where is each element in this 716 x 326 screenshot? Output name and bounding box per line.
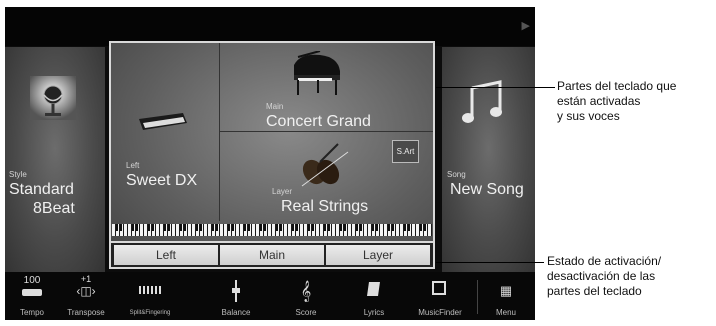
transpose-label: Transpose [67, 308, 105, 317]
callout-top: Partes del teclado que están activadas y… [557, 79, 676, 124]
lyrics-pen-icon [367, 282, 380, 296]
transpose-keys-icon: ‹◫› [76, 284, 96, 298]
left-part-button[interactable]: Left [114, 245, 218, 265]
callout-bottom-line-2: desactivación de las [547, 269, 656, 283]
callout-line-bottom [436, 262, 544, 263]
style-caption: Style [9, 170, 27, 179]
callout-top-line-3: y sus voces [557, 109, 620, 123]
main-part-cell[interactable]: Main Concert Grand [220, 43, 433, 132]
score-button[interactable]: 𝄞 Score [281, 272, 331, 320]
tempo-label: Tempo [19, 308, 44, 317]
split-fingering-label: Split&Fingering [129, 310, 171, 316]
main-part-button[interactable]: Main [220, 245, 324, 265]
left-caption: Left [126, 161, 140, 170]
song-panel[interactable]: Song New Song [442, 47, 535, 272]
slider-knob-icon [232, 288, 240, 293]
callout-top-line-2: están activadas [557, 94, 641, 108]
left-part-cell[interactable]: Left Sweet DX [111, 43, 220, 221]
top-right-arrow-icon[interactable]: ▶ [522, 21, 530, 32]
main-caption: Main [266, 102, 284, 111]
song-caption: Song [447, 170, 466, 179]
tempo-value: 100 [23, 275, 41, 286]
musicfinder-label: MusicFinder [418, 308, 462, 317]
strings-icon [294, 142, 352, 195]
split-fingering-button[interactable]: Split&Fingering [115, 272, 185, 320]
toolbar-divider [477, 280, 478, 314]
callout-top-line-1: Partes del teclado que [557, 79, 677, 93]
style-panel[interactable]: Style Standard 8Beat [5, 47, 105, 272]
main-voice: Concert Grand [266, 113, 371, 130]
treble-clef-icon: 𝄞 [300, 281, 312, 301]
tempo-button[interactable]: 100 Tempo [10, 272, 54, 320]
style-subname: 8Beat [33, 200, 75, 217]
layer-part-cell[interactable]: S.Art Layer Real Strings [220, 132, 433, 221]
s-art-badge[interactable]: S.Art [392, 140, 419, 163]
song-name: New Song [450, 181, 524, 198]
left-voice: Sweet DX [126, 172, 198, 189]
microphone-icon [30, 76, 76, 120]
tempo-beat-icon [22, 289, 42, 296]
balance-label: Balance [221, 308, 251, 317]
grand-piano-icon [290, 50, 344, 102]
keyboard-range-strip [112, 224, 432, 236]
transpose-button[interactable]: +1 ‹◫› Transpose [57, 272, 115, 320]
music-finder-icon [432, 281, 446, 295]
style-name: Standard [9, 181, 74, 198]
layer-caption: Layer [272, 187, 293, 196]
synth-keyboard-icon [137, 113, 189, 136]
transpose-value: +1 [80, 274, 92, 284]
menu-button[interactable]: ▦ Menu [481, 272, 531, 320]
lyrics-button[interactable]: Lyrics [349, 272, 399, 320]
balance-button[interactable]: Balance [210, 272, 262, 320]
home-screen: ▶ ◀ ▶ Style Standard 8Beat [5, 7, 535, 320]
callout-line-top [436, 87, 555, 88]
menu-label: Menu [495, 308, 516, 317]
split-keyboard-icon [139, 286, 161, 294]
score-label: Score [295, 308, 317, 317]
callout-bottom: Estado de activación/ desactivación de l… [547, 254, 661, 299]
callout-bottom-line-1: Estado de activación/ [547, 254, 662, 268]
layer-part-button[interactable]: Layer [326, 245, 430, 265]
grid-icon: ▦ [499, 283, 513, 298]
part-on-off-buttons: Left Main Layer [109, 241, 435, 269]
bottom-toolbar: 100 Tempo +1 ‹◫› Transpose Split&Fingeri… [5, 272, 535, 320]
layer-voice: Real Strings [281, 198, 369, 215]
lyrics-label: Lyrics [363, 308, 385, 317]
callout-bottom-line-3: partes del teclado [547, 284, 642, 298]
musicfinder-button[interactable]: MusicFinder [405, 272, 475, 320]
